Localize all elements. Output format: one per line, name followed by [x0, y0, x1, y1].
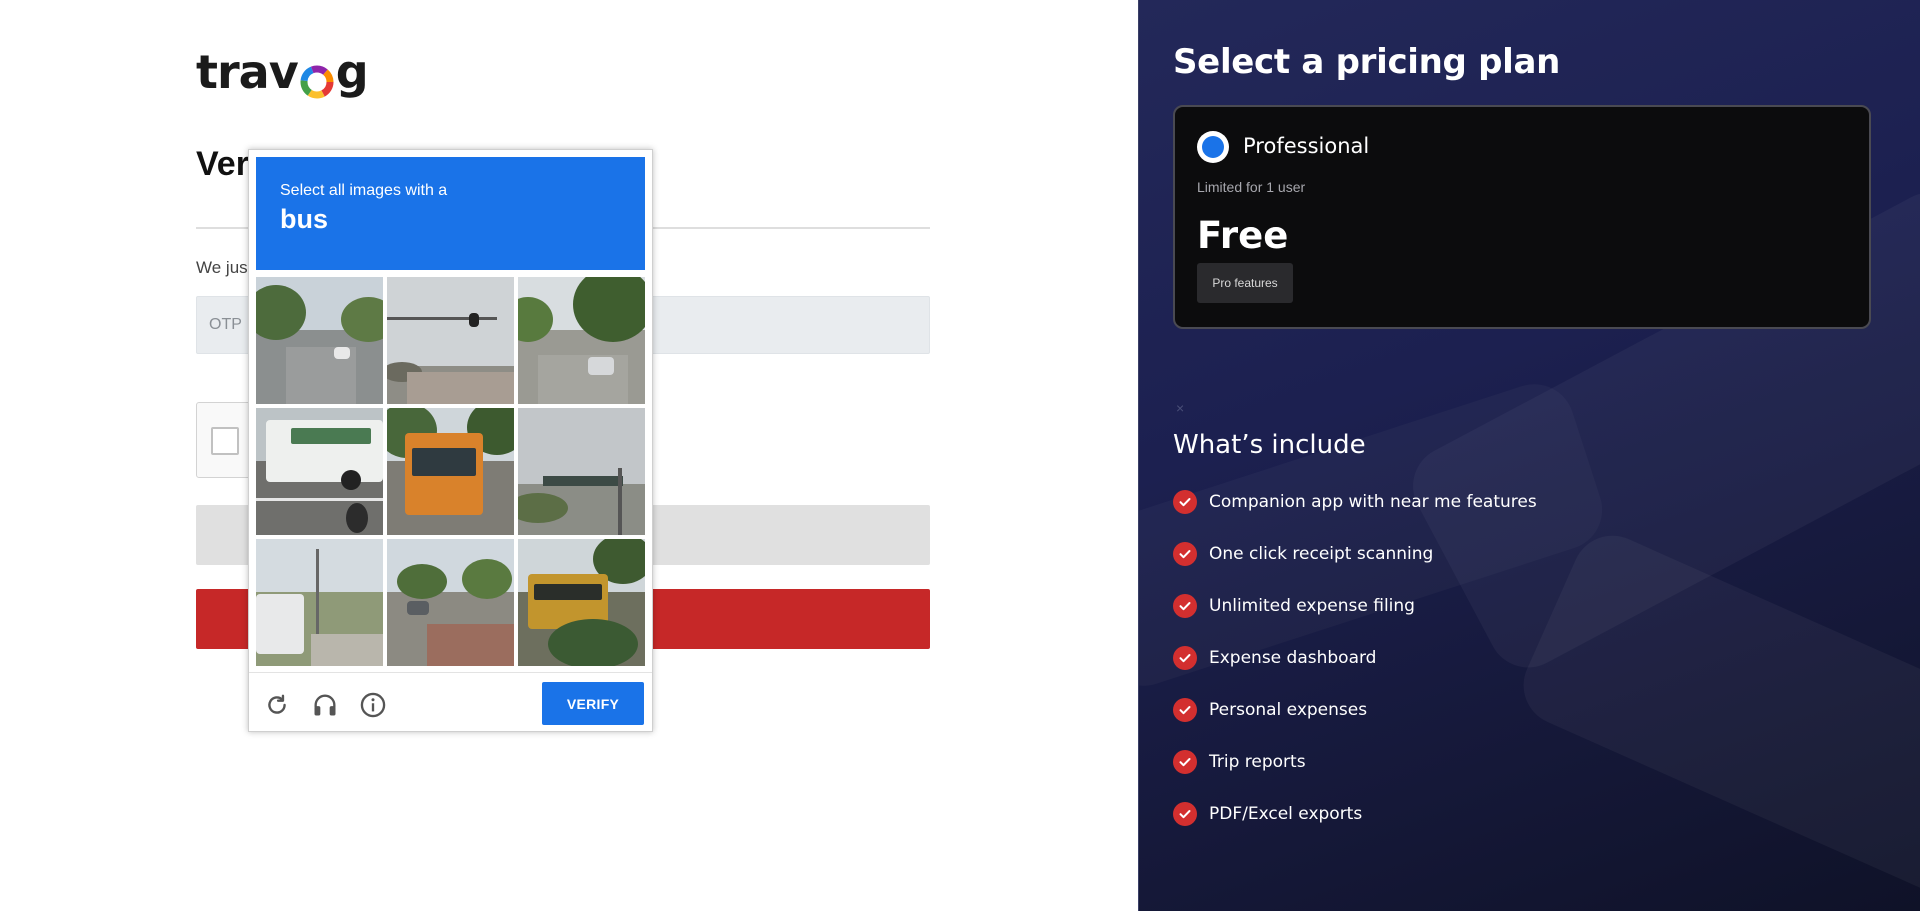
feature-label: PDF/Excel exports — [1209, 804, 1363, 824]
captcha-tile[interactable] — [256, 277, 383, 404]
check-circle-icon — [1173, 542, 1197, 566]
logo-ring-icon — [299, 57, 335, 99]
travog-logo: trav g — [196, 44, 369, 100]
plan-price: Free — [1197, 214, 1289, 257]
captcha-challenge-popup: Select all images with a bus VERIFY — [248, 149, 653, 732]
plan-name: Professional — [1243, 134, 1370, 158]
check-circle-icon — [1173, 490, 1197, 514]
captcha-tile[interactable] — [387, 408, 514, 535]
feature-item: Trip reports — [1173, 736, 1537, 788]
feature-label: Expense dashboard — [1209, 648, 1377, 668]
check-circle-icon — [1173, 594, 1197, 618]
info-icon[interactable] — [358, 690, 388, 720]
logo-text-prefix: trav — [196, 45, 299, 99]
captcha-image-grid — [256, 277, 645, 666]
plan-card-professional[interactable]: Professional Limited for 1 user Free Pro… — [1173, 105, 1871, 329]
captcha-tile[interactable] — [387, 277, 514, 404]
recaptcha-checkbox[interactable] — [211, 427, 239, 455]
logo-text-suffix: g — [335, 45, 369, 99]
feature-label: One click receipt scanning — [1209, 544, 1434, 564]
feature-item: PDF/Excel exports — [1173, 788, 1537, 840]
pricing-title: Select a pricing plan — [1173, 42, 1561, 82]
captcha-footer-divider — [249, 672, 652, 673]
plan-user-limit: Limited for 1 user — [1197, 179, 1306, 195]
captcha-target-word: bus — [280, 204, 329, 234]
captcha-tile[interactable] — [256, 408, 383, 535]
feature-label: Trip reports — [1209, 752, 1306, 772]
verify-button[interactable]: VERIFY — [542, 682, 644, 725]
reload-icon[interactable] — [262, 690, 292, 720]
captcha-tile[interactable] — [256, 539, 383, 666]
feature-list: Companion app with near me features One … — [1173, 476, 1537, 840]
otp-instruction: We jus — [196, 258, 248, 277]
check-circle-icon — [1173, 802, 1197, 826]
page-title: Ver — [196, 145, 249, 183]
feature-item: Expense dashboard — [1173, 632, 1537, 684]
pricing-panel: Select a pricing plan Professional Limit… — [1138, 0, 1920, 911]
captcha-tile[interactable] — [518, 539, 645, 666]
feature-label: Personal expenses — [1209, 700, 1368, 720]
feature-item: One click receipt scanning — [1173, 528, 1537, 580]
check-circle-icon — [1173, 698, 1197, 722]
captcha-header: Select all images with a bus — [256, 157, 645, 270]
captcha-tile[interactable] — [387, 539, 514, 666]
verification-pane: trav g Ver We jus Select all images with… — [0, 0, 1138, 911]
plan-radio-selected[interactable] — [1197, 131, 1229, 163]
captcha-prompt: Select all images with a — [280, 182, 448, 199]
check-circle-icon — [1173, 646, 1197, 670]
feature-item: Unlimited expense filing — [1173, 580, 1537, 632]
captcha-tile[interactable] — [518, 277, 645, 404]
headphones-icon[interactable] — [310, 690, 340, 720]
close-icon[interactable]: × — [1176, 400, 1184, 416]
captcha-tile[interactable] — [518, 408, 645, 535]
feature-item: Companion app with near me features — [1173, 476, 1537, 528]
feature-item: Personal expenses — [1173, 684, 1537, 736]
check-circle-icon — [1173, 750, 1197, 774]
feature-label: Unlimited expense filing — [1209, 596, 1415, 616]
includes-title: What’s include — [1173, 430, 1366, 460]
background-shape — [1510, 522, 1920, 911]
feature-label: Companion app with near me features — [1209, 492, 1537, 512]
pro-features-button[interactable]: Pro features — [1197, 263, 1293, 303]
